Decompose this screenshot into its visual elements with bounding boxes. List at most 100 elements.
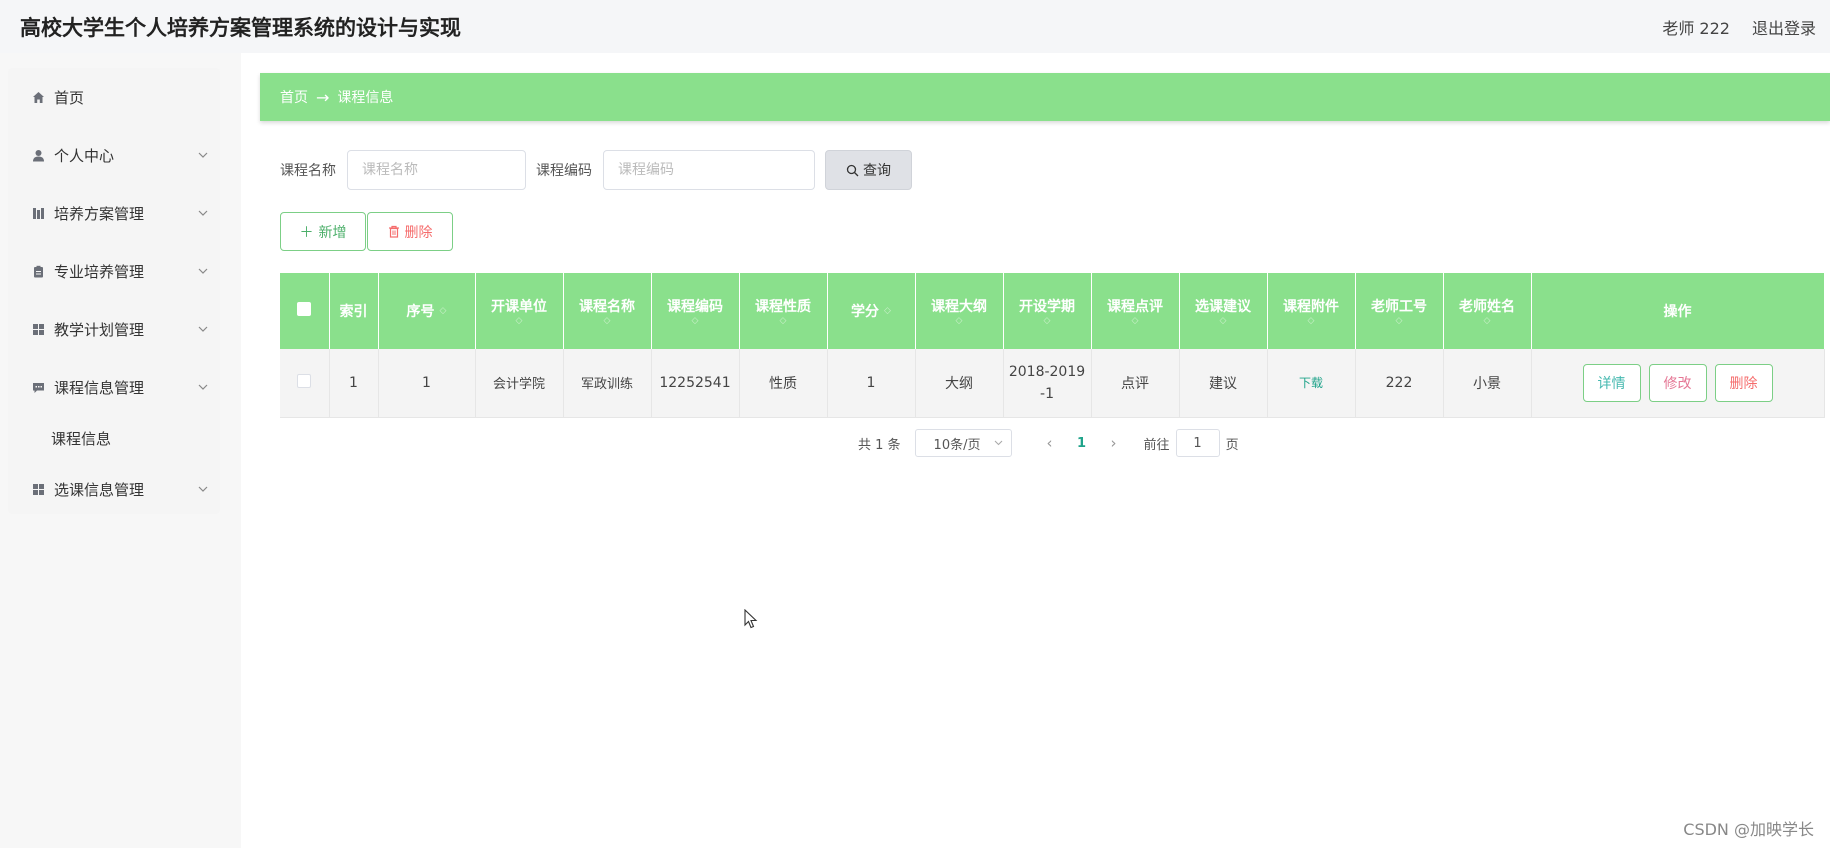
row-checkbox[interactable] — [297, 373, 312, 388]
breadcrumb-current: 课程信息 — [337, 90, 394, 106]
select-all-checkbox[interactable] — [297, 302, 312, 316]
page-size-select[interactable]: 10条/页 — [914, 429, 1012, 457]
watermark: CSDN @加映学长 — [1683, 820, 1814, 839]
cell-credit: 1 — [827, 349, 916, 418]
batch-delete-label: 删除 — [404, 224, 433, 241]
sort-icon[interactable]: ◇ — [516, 316, 523, 326]
search-form: 课程名称 课程编码 查询 — [280, 150, 912, 190]
sort-icon[interactable]: ◇ — [780, 316, 787, 326]
sort-icon[interactable]: ◇ — [1220, 316, 1227, 326]
sidebar-subitem-course-info[interactable]: 课程信息 — [8, 416, 220, 460]
column-header[interactable]: 课程名称 ◇ — [563, 273, 652, 349]
chevron-down-icon — [994, 440, 1003, 446]
column-header[interactable]: 老师姓名 ◇ — [1443, 273, 1532, 349]
sort-icon[interactable]: ◇ — [604, 316, 611, 326]
home-icon — [31, 90, 45, 104]
trash-icon — [388, 225, 400, 238]
query-button[interactable]: 查询 — [825, 150, 912, 190]
sidebar-item-label: 教学计划管理 — [54, 320, 145, 339]
top-header: 高校大学生个人培养方案管理系统的设计与实现 老师 222 退出登录 — [0, 0, 1830, 53]
clipboard-icon — [31, 264, 45, 278]
goto-label: 前往 — [1143, 437, 1170, 453]
sidebar-item-course-selection[interactable]: 选课信息管理 — [8, 460, 220, 518]
column-header[interactable]: 开课单位 ◇ — [475, 273, 564, 349]
chevron-down-icon — [198, 382, 208, 392]
sidebar-item-personal-center[interactable]: 个人中心 — [8, 126, 220, 184]
add-button-label: 新增 — [318, 224, 347, 241]
download-link[interactable]: 下载 — [1299, 376, 1323, 390]
sidebar-menu: 首页 个人中心 培养方案管理 专业培养管理 教学计划管理 课程信息管理 课程信息… — [8, 68, 220, 514]
breadcrumb-home[interactable]: 首页 — [280, 87, 308, 107]
action-toolbar: ＋ 新增 删除 — [280, 212, 453, 251]
cell-course-code: 12252541 — [651, 349, 740, 418]
chevron-down-icon — [198, 150, 208, 160]
sort-icon[interactable]: ◇ — [1044, 316, 1051, 326]
delete-button[interactable]: 删除 — [1714, 363, 1773, 402]
course-table: 索引 序号 ◇ 开课单位 ◇ 课程名称 ◇ 课程编码 ◇ 课程性质 ◇ 学分 ◇ 课程大纲 ◇… — [280, 273, 1825, 418]
sidebar-item-label: 培养方案管理 — [54, 204, 145, 223]
cell-teacher-name: 小景 — [1443, 349, 1532, 418]
edit-button[interactable]: 修改 — [1648, 363, 1707, 402]
cell-operations: 详情 修改 删除 — [1531, 349, 1825, 418]
table-header-row: 索引 序号 ◇ 开课单位 ◇ 课程名称 ◇ 课程编码 ◇ 课程性质 ◇ 学分 ◇ 课程大纲 ◇… — [280, 273, 1825, 349]
course-name-input[interactable] — [347, 150, 526, 190]
batch-delete-button[interactable]: 删除 — [367, 212, 453, 251]
sidebar-item-home[interactable]: 首页 — [8, 68, 220, 126]
cell-attachment: 下载 — [1267, 349, 1356, 418]
goto-page-input[interactable] — [1175, 429, 1220, 457]
sidebar-item-course-info[interactable]: 课程信息管理 — [8, 358, 220, 416]
column-header[interactable]: 课程附件 ◇ — [1267, 273, 1356, 349]
sidebar-item-label: 专业培养管理 — [54, 262, 145, 281]
grid-icon — [31, 482, 45, 496]
user-icon — [31, 148, 45, 162]
cell-unit: 会计学院 — [475, 349, 564, 418]
column-header[interactable]: 老师工号 ◇ — [1355, 273, 1444, 349]
next-page-icon[interactable]: › — [1098, 434, 1130, 452]
sidebar-item-major-training[interactable]: 专业培养管理 — [8, 242, 220, 300]
page-size-value: 10条/页 — [933, 437, 981, 453]
app-title: 高校大学生个人培养方案管理系统的设计与实现 — [20, 15, 461, 40]
column-header[interactable]: 开设学期 ◇ — [1003, 273, 1092, 349]
sort-icon[interactable]: ◇ — [1132, 316, 1139, 326]
sort-icon[interactable]: ◇ — [1396, 316, 1403, 326]
sidebar-item-teaching-plan[interactable]: 教学计划管理 — [8, 300, 220, 358]
sort-icon[interactable]: ◇ — [1484, 316, 1491, 326]
course-code-input[interactable] — [603, 150, 815, 190]
column-header: 索引 — [329, 273, 379, 349]
sidebar-item-label: 课程信息管理 — [54, 378, 145, 397]
logout-link[interactable]: 退出登录 — [1752, 15, 1816, 39]
column-header[interactable]: 序号 ◇ — [378, 273, 476, 349]
semester-text: 2018-2019-1 — [1008, 363, 1086, 402]
select-all-cell[interactable] — [280, 273, 330, 349]
column-header[interactable]: 学分 ◇ — [827, 273, 916, 349]
add-button[interactable]: ＋ 新增 — [280, 212, 366, 251]
column-header: 操作 — [1531, 273, 1825, 349]
column-header[interactable]: 课程点评 ◇ — [1091, 273, 1180, 349]
sort-icon[interactable]: ◇ — [692, 316, 699, 326]
sort-icon[interactable]: ◇ — [884, 306, 891, 316]
column-header[interactable]: 课程大纲 ◇ — [915, 273, 1004, 349]
books-icon — [31, 206, 45, 220]
chevron-down-icon — [198, 324, 208, 334]
cell-teacher-id: 222 — [1355, 349, 1444, 418]
cell-semester: 2018-2019-1 — [1003, 349, 1092, 418]
cell-review: 点评 — [1091, 349, 1180, 418]
chevron-down-icon — [198, 266, 208, 276]
course-code-label: 课程编码 — [536, 163, 592, 179]
current-user: 老师 222 — [1662, 18, 1730, 38]
sort-icon[interactable]: ◇ — [1308, 316, 1315, 326]
search-icon — [846, 164, 859, 177]
detail-button[interactable]: 详情 — [1582, 363, 1641, 402]
sort-icon[interactable]: ◇ — [956, 316, 963, 326]
column-header[interactable]: 选课建议 ◇ — [1179, 273, 1268, 349]
cell-index: 1 — [329, 349, 379, 418]
page-number-current[interactable]: 1 — [1066, 436, 1098, 451]
sort-icon[interactable]: ◇ — [440, 306, 447, 316]
sidebar-item-training-plan[interactable]: 培养方案管理 — [8, 184, 220, 242]
column-header[interactable]: 课程编码 ◇ — [651, 273, 740, 349]
mouse-cursor-icon — [744, 608, 758, 633]
prev-page-icon[interactable]: ‹ — [1034, 434, 1066, 452]
row-select-cell[interactable] — [280, 349, 330, 418]
cell-advice: 建议 — [1179, 349, 1268, 418]
column-header[interactable]: 课程性质 ◇ — [739, 273, 828, 349]
